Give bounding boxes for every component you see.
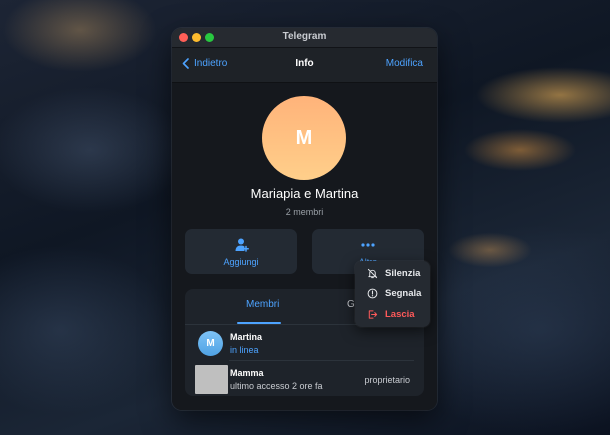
chevron-left-icon bbox=[182, 58, 189, 69]
title-bar[interactable]: Telegram bbox=[172, 28, 437, 48]
menu-item-label: Segnala bbox=[385, 288, 422, 299]
context-menu: Silenzia Segnala Lascia bbox=[355, 261, 430, 327]
back-button[interactable]: Indietro bbox=[182, 58, 227, 69]
group-name: Mariapia e Martina bbox=[250, 186, 359, 201]
member-row[interactable]: M Martina in linea bbox=[185, 326, 424, 360]
bell-slash-icon bbox=[367, 268, 378, 279]
menu-item-label: Silenzia bbox=[385, 268, 421, 279]
add-member-label: Aggiungi bbox=[223, 257, 259, 267]
nav-bar: Indietro Info Modifica bbox=[172, 48, 437, 83]
window-title: Telegram bbox=[282, 31, 327, 42]
exclamation-circle-icon bbox=[367, 288, 378, 299]
member-status: ultimo accesso 2 ore fa bbox=[230, 381, 323, 391]
member-role: proprietario bbox=[364, 375, 410, 385]
telegram-window: Telegram Indietro Info Modifica M Mariap… bbox=[172, 28, 437, 410]
member-status: in linea bbox=[230, 345, 259, 355]
member-count: 2 membri bbox=[285, 207, 324, 217]
leave-icon bbox=[368, 310, 378, 319]
tab-members[interactable]: Membri bbox=[246, 299, 279, 310]
menu-item-mute[interactable]: Silenzia bbox=[355, 264, 430, 284]
menu-item-report[interactable]: Segnala bbox=[355, 284, 430, 304]
member-name: Mamma bbox=[230, 368, 264, 378]
back-label: Indietro bbox=[194, 58, 228, 69]
member-avatar bbox=[195, 365, 228, 394]
add-user-icon bbox=[235, 238, 249, 252]
member-row[interactable]: Mamma ultimo accesso 2 ore fa proprietar… bbox=[185, 362, 424, 396]
info-content: M Mariapia e Martina 2 membri Aggiungi A… bbox=[172, 83, 437, 410]
more-dots-icon bbox=[361, 243, 375, 247]
member-name: Martina bbox=[230, 332, 263, 342]
row-divider bbox=[229, 360, 414, 361]
menu-item-leave[interactable]: Lascia bbox=[355, 305, 430, 325]
edit-button[interactable]: Modifica bbox=[386, 58, 423, 69]
member-avatar: M bbox=[198, 331, 223, 356]
add-member-button[interactable]: Aggiungi bbox=[185, 229, 297, 274]
menu-item-label: Lascia bbox=[385, 309, 415, 320]
group-avatar[interactable]: M bbox=[262, 96, 346, 180]
